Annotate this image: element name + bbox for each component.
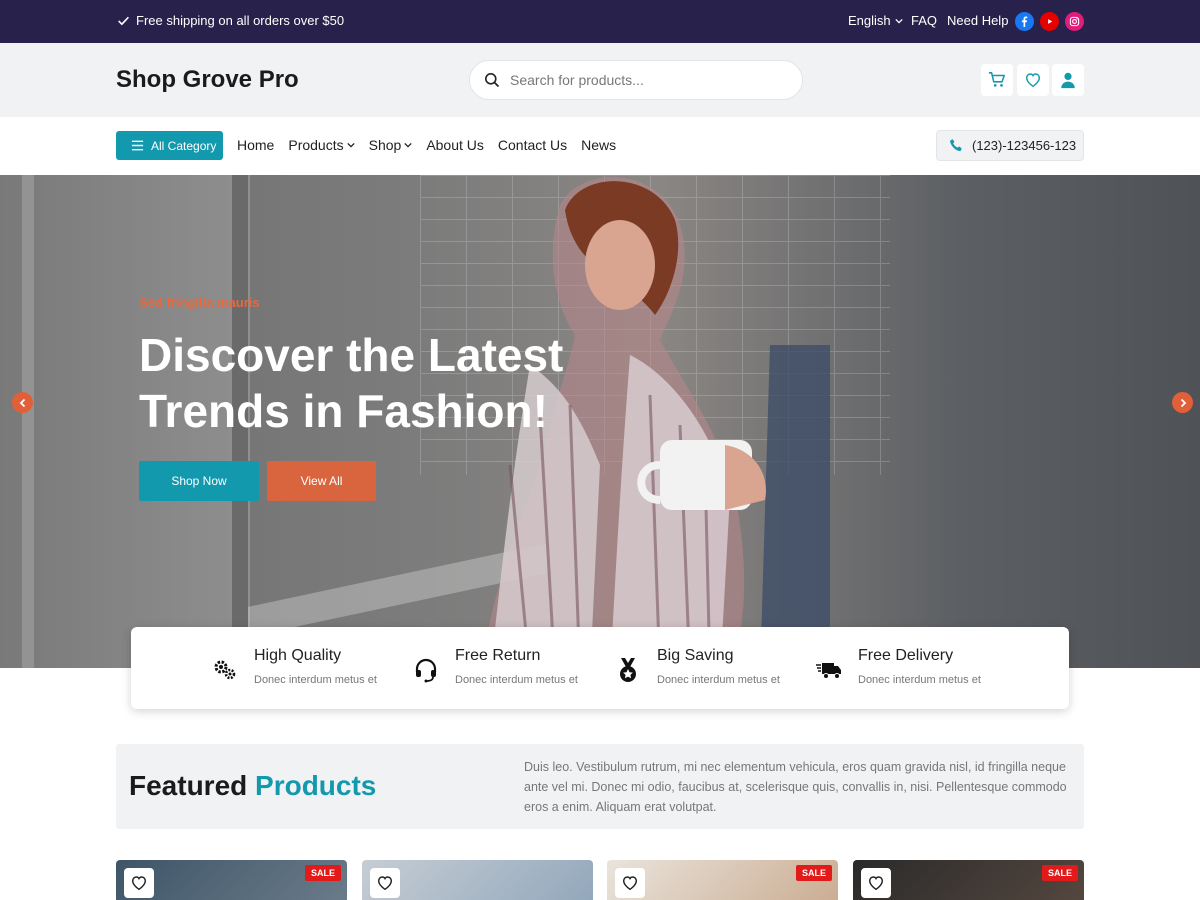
nav-item-shop[interactable]: Shop <box>369 137 413 153</box>
headset-icon <box>415 658 437 683</box>
feature-title: Free Return <box>455 647 541 664</box>
slider-prev-button[interactable] <box>12 392 33 413</box>
sale-badge: SALE <box>1041 865 1078 881</box>
nav-item-label: Shop <box>368 137 402 153</box>
feature-desc: Donec interdum metus et <box>254 674 377 686</box>
cart-button[interactable] <box>981 64 1013 96</box>
nav-item-label: About Us <box>426 137 484 153</box>
features-strip: High Quality Donec interdum metus et Fre… <box>131 627 1069 709</box>
wishlist-button[interactable] <box>370 868 400 898</box>
faq-link[interactable]: FAQ <box>911 13 937 28</box>
product-card[interactable] <box>362 860 593 900</box>
wishlist-button[interactable] <box>615 868 645 898</box>
nav-item-news[interactable]: News <box>581 137 616 153</box>
medal-icon <box>620 658 636 682</box>
heart-icon <box>377 876 393 891</box>
gears-icon <box>214 660 236 680</box>
chevron-right-icon <box>1180 398 1186 407</box>
phone-icon <box>949 139 962 152</box>
featured-products-section: Featured Products Duis leo. Vestibulum r… <box>116 744 1084 829</box>
feature-title: High Quality <box>254 647 342 664</box>
sale-badge: SALE <box>795 865 832 881</box>
chevron-down-icon <box>346 142 355 148</box>
nav-menu: Home Products Shop About Us Contact Us N… <box>237 137 630 153</box>
account-button[interactable] <box>1052 64 1084 96</box>
search-icon[interactable] <box>484 72 500 88</box>
phone-contact[interactable]: (123)-123456-123 <box>936 130 1084 161</box>
section-title-main: Featured <box>129 770 248 801</box>
check-icon <box>118 16 129 26</box>
youtube-icon[interactable] <box>1040 12 1059 31</box>
feature-desc: Donec interdum metus et <box>657 674 780 686</box>
nav-item-label: Home <box>237 137 275 153</box>
view-all-button[interactable]: View All <box>267 461 376 501</box>
nav-item-about[interactable]: About Us <box>426 137 484 153</box>
site-header: Shop Grove Pro <box>0 43 1200 117</box>
product-card[interactable]: SALE <box>853 860 1084 900</box>
nav-item-home[interactable]: Home <box>237 137 274 153</box>
product-card[interactable]: SALE <box>116 860 347 900</box>
main-nav: All Category Home Products Shop About Us… <box>0 117 1200 175</box>
hero-slider: Sed fringilla mauris Discover the Latest… <box>0 175 1200 668</box>
search-bar[interactable] <box>469 60 803 100</box>
user-icon <box>1061 72 1075 89</box>
feature-title: Free Delivery <box>858 647 954 664</box>
all-category-button[interactable]: All Category <box>116 131 223 160</box>
hero-window-frame <box>22 175 34 668</box>
hero-title: Discover the Latest Trends in Fashion! <box>139 329 564 437</box>
phone-number: (123)-123456-123 <box>972 138 1077 153</box>
section-description: Duis leo. Vestibulum rutrum, mi nec elem… <box>524 760 1067 814</box>
heart-icon <box>131 876 147 891</box>
nav-item-label: Contact Us <box>497 137 568 153</box>
shipping-text: Free shipping on all orders over $50 <box>136 13 345 28</box>
language-label: English <box>848 13 891 28</box>
chevron-down-icon <box>404 142 412 148</box>
sale-badge: SALE <box>304 865 341 881</box>
heart-icon <box>868 876 884 891</box>
cart-icon <box>988 72 1005 87</box>
slider-next-button[interactable] <box>1172 392 1193 413</box>
shipping-notice: Free shipping on all orders over $50 <box>117 13 344 28</box>
truck-icon <box>816 663 841 679</box>
product-card[interactable]: SALE <box>607 860 838 900</box>
feature-title: Big Saving <box>657 647 734 664</box>
feature-desc: Donec interdum metus et <box>455 674 578 686</box>
nav-item-label: Products <box>288 137 344 153</box>
wishlist-button[interactable] <box>861 868 891 898</box>
wishlist-button[interactable] <box>1017 64 1049 96</box>
heart-icon <box>1025 73 1041 88</box>
shop-now-button[interactable]: Shop Now <box>139 461 259 501</box>
chevron-down-icon <box>894 18 903 24</box>
wishlist-button[interactable] <box>124 868 154 898</box>
language-selector[interactable]: English <box>848 13 903 28</box>
all-category-label: All Category <box>151 138 217 153</box>
need-help-link[interactable]: Need Help <box>947 13 1008 28</box>
site-logo[interactable]: Shop Grove Pro <box>116 66 299 94</box>
chevron-left-icon <box>19 398 25 407</box>
hero-subtitle: Sed fringilla mauris <box>139 295 260 310</box>
facebook-icon[interactable] <box>1015 12 1034 31</box>
search-input[interactable] <box>510 72 790 88</box>
nav-item-contact[interactable]: Contact Us <box>498 137 567 153</box>
instagram-icon[interactable] <box>1065 12 1084 31</box>
feature-desc: Donec interdum metus et <box>858 674 981 686</box>
section-title-accent: Products <box>255 770 377 801</box>
heart-icon <box>622 876 638 891</box>
top-bar: Free shipping on all orders over $50 Eng… <box>0 0 1200 43</box>
nav-item-label: News <box>581 137 617 153</box>
section-title: Featured Products <box>129 770 376 802</box>
menu-icon <box>131 140 144 151</box>
nav-item-products[interactable]: Products <box>288 137 355 153</box>
